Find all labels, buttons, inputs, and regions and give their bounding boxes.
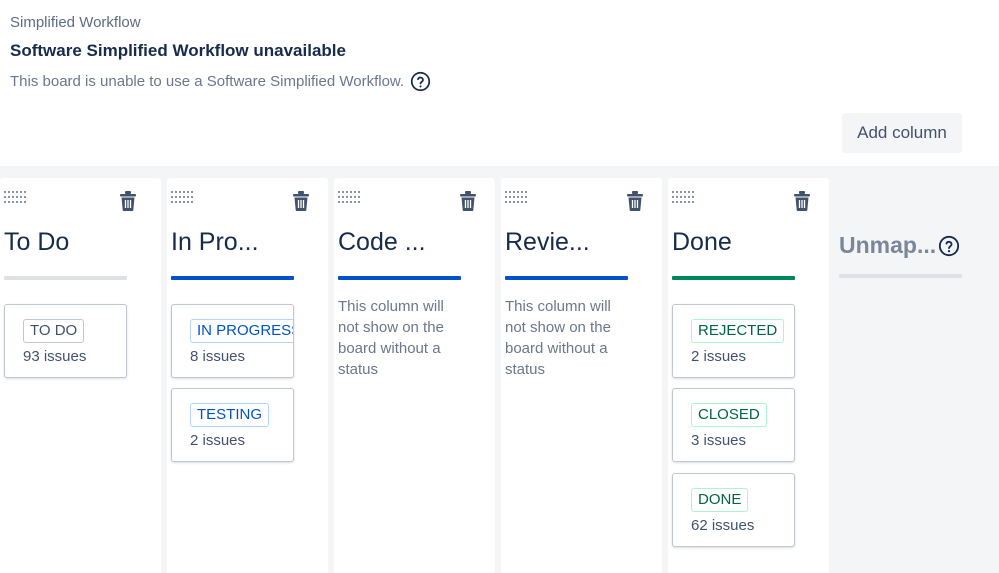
column-title[interactable]: In Pro...	[171, 228, 259, 257]
column-title[interactable]: Done	[672, 228, 732, 257]
page-title: Software Simplified Workflow unavailable	[10, 41, 346, 60]
column-status-bar	[171, 276, 294, 280]
trash-icon[interactable]	[626, 191, 644, 211]
empty-column-note: This column will not show on the board w…	[505, 298, 611, 378]
description-text: This board is unable to use a Software S…	[10, 73, 405, 90]
drag-handle-icon[interactable]	[338, 190, 362, 204]
column-to-do: To Do TO DO 93 issues	[0, 178, 161, 573]
column-title[interactable]: Revie...	[505, 228, 590, 257]
issue-count: 2 issues	[691, 348, 747, 365]
trash-icon[interactable]	[119, 191, 137, 211]
status-lozenge: TO DO	[23, 319, 85, 343]
add-column-button[interactable]: Add column	[842, 113, 962, 153]
column-done: Done REJECTED 2 issues CLOSED 3 issues D…	[668, 178, 829, 573]
issue-count: 3 issues	[691, 432, 747, 449]
section-label: Simplified Workflow	[10, 14, 141, 31]
status-lozenge: TESTING	[190, 403, 270, 427]
issue-count: 8 issues	[190, 348, 246, 365]
status-card-done[interactable]: DONE 62 issues	[672, 473, 795, 547]
status-lozenge: REJECTED	[691, 319, 785, 343]
column-title[interactable]: Code ...	[338, 228, 426, 257]
description: This board is unable to use a Software S…	[10, 71, 431, 92]
status-card-rejected[interactable]: REJECTED 2 issues	[672, 304, 795, 378]
status-lozenge: DONE	[691, 488, 749, 512]
drag-handle-icon[interactable]	[4, 190, 28, 204]
status-card-to-do[interactable]: TO DO 93 issues	[4, 304, 127, 378]
trash-icon[interactable]	[793, 191, 811, 211]
column-status-bar	[4, 276, 127, 280]
drag-handle-icon[interactable]	[505, 190, 529, 204]
column-title[interactable]: To Do	[4, 228, 69, 257]
status-lozenge: IN PROGRESS	[190, 319, 293, 343]
board-columns-area: To Do TO DO 93 issues In Pro... IN PROGR…	[0, 166, 999, 573]
help-circle-icon[interactable]	[410, 71, 431, 92]
column-status-bar	[505, 276, 628, 280]
empty-column-note: This column will not show on the board w…	[338, 298, 444, 378]
issue-count: 62 issues	[691, 517, 755, 534]
status-card-in-progress[interactable]: IN PROGRESS 8 issues	[171, 304, 294, 378]
unmapped-column-title: Unmap...	[839, 232, 960, 259]
page-header: Simplified Workflow Software Simplified …	[10, 0, 810, 110]
trash-icon[interactable]	[292, 191, 310, 211]
trash-icon[interactable]	[459, 191, 477, 211]
drag-handle-icon[interactable]	[171, 190, 195, 204]
column-code: Code ... This column will not show on th…	[334, 178, 495, 573]
status-lozenge: CLOSED	[691, 403, 767, 427]
column-status-bar	[672, 276, 795, 280]
issue-count: 2 issues	[190, 432, 246, 449]
issue-count: 93 issues	[23, 348, 87, 365]
column-status-bar	[338, 276, 461, 280]
unmapped-title-text: Unmap...	[839, 232, 937, 258]
column-in-progress: In Pro... IN PROGRESS 8 issues TESTING 2…	[167, 178, 328, 573]
status-card-closed[interactable]: CLOSED 3 issues	[672, 388, 795, 462]
column-review: Revie... This column will not show on th…	[501, 178, 662, 573]
status-card-testing[interactable]: TESTING 2 issues	[171, 388, 294, 462]
help-circle-icon[interactable]	[938, 235, 960, 257]
unmapped-column-bar	[839, 274, 962, 278]
drag-handle-icon[interactable]	[672, 190, 696, 204]
